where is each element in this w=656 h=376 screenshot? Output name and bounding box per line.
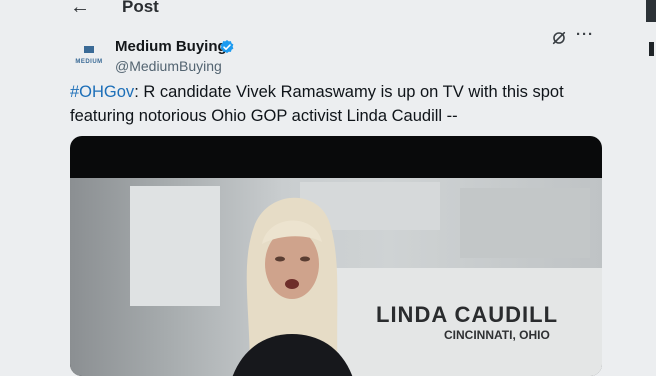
back-arrow-icon[interactable]: ← xyxy=(70,0,90,19)
background-window xyxy=(130,186,220,306)
avatar-logo-text: MEDIUM xyxy=(75,59,103,65)
sidebar-edge xyxy=(649,42,654,56)
verified-badge-icon xyxy=(220,40,234,54)
lower-third-location: CINCINNATI, OHIO xyxy=(444,328,550,342)
speaker-figure xyxy=(232,197,353,376)
video-frame: LINDA CAUDILL CINCINNATI, OHIO xyxy=(70,178,602,376)
hashtag-link[interactable]: #OHGov xyxy=(70,83,134,101)
lower-third-name: LINDA CAUDILL xyxy=(376,302,559,327)
video-player[interactable]: LINDA CAUDILL CINCINNATI, OHIO xyxy=(70,136,602,376)
page-title: Post xyxy=(122,0,159,16)
tweet-text: #OHGov: R candidate Vivek Ramaswamy is u… xyxy=(70,80,600,128)
avatar[interactable]: MEDIUM xyxy=(70,40,108,78)
author-handle[interactable]: @MediumBuying xyxy=(115,58,222,74)
tweet-body: : R candidate Vivek Ramaswamy is up on T… xyxy=(70,83,564,125)
scrollbar-edge xyxy=(646,0,656,22)
background-shelf-right xyxy=(460,188,590,258)
more-options-icon[interactable]: ··· xyxy=(576,26,594,43)
top-bar: ← Post xyxy=(0,0,656,22)
author-name[interactable]: Medium Buying xyxy=(115,38,227,55)
slash-circle-icon[interactable] xyxy=(551,30,567,46)
logo-mark xyxy=(84,46,94,53)
